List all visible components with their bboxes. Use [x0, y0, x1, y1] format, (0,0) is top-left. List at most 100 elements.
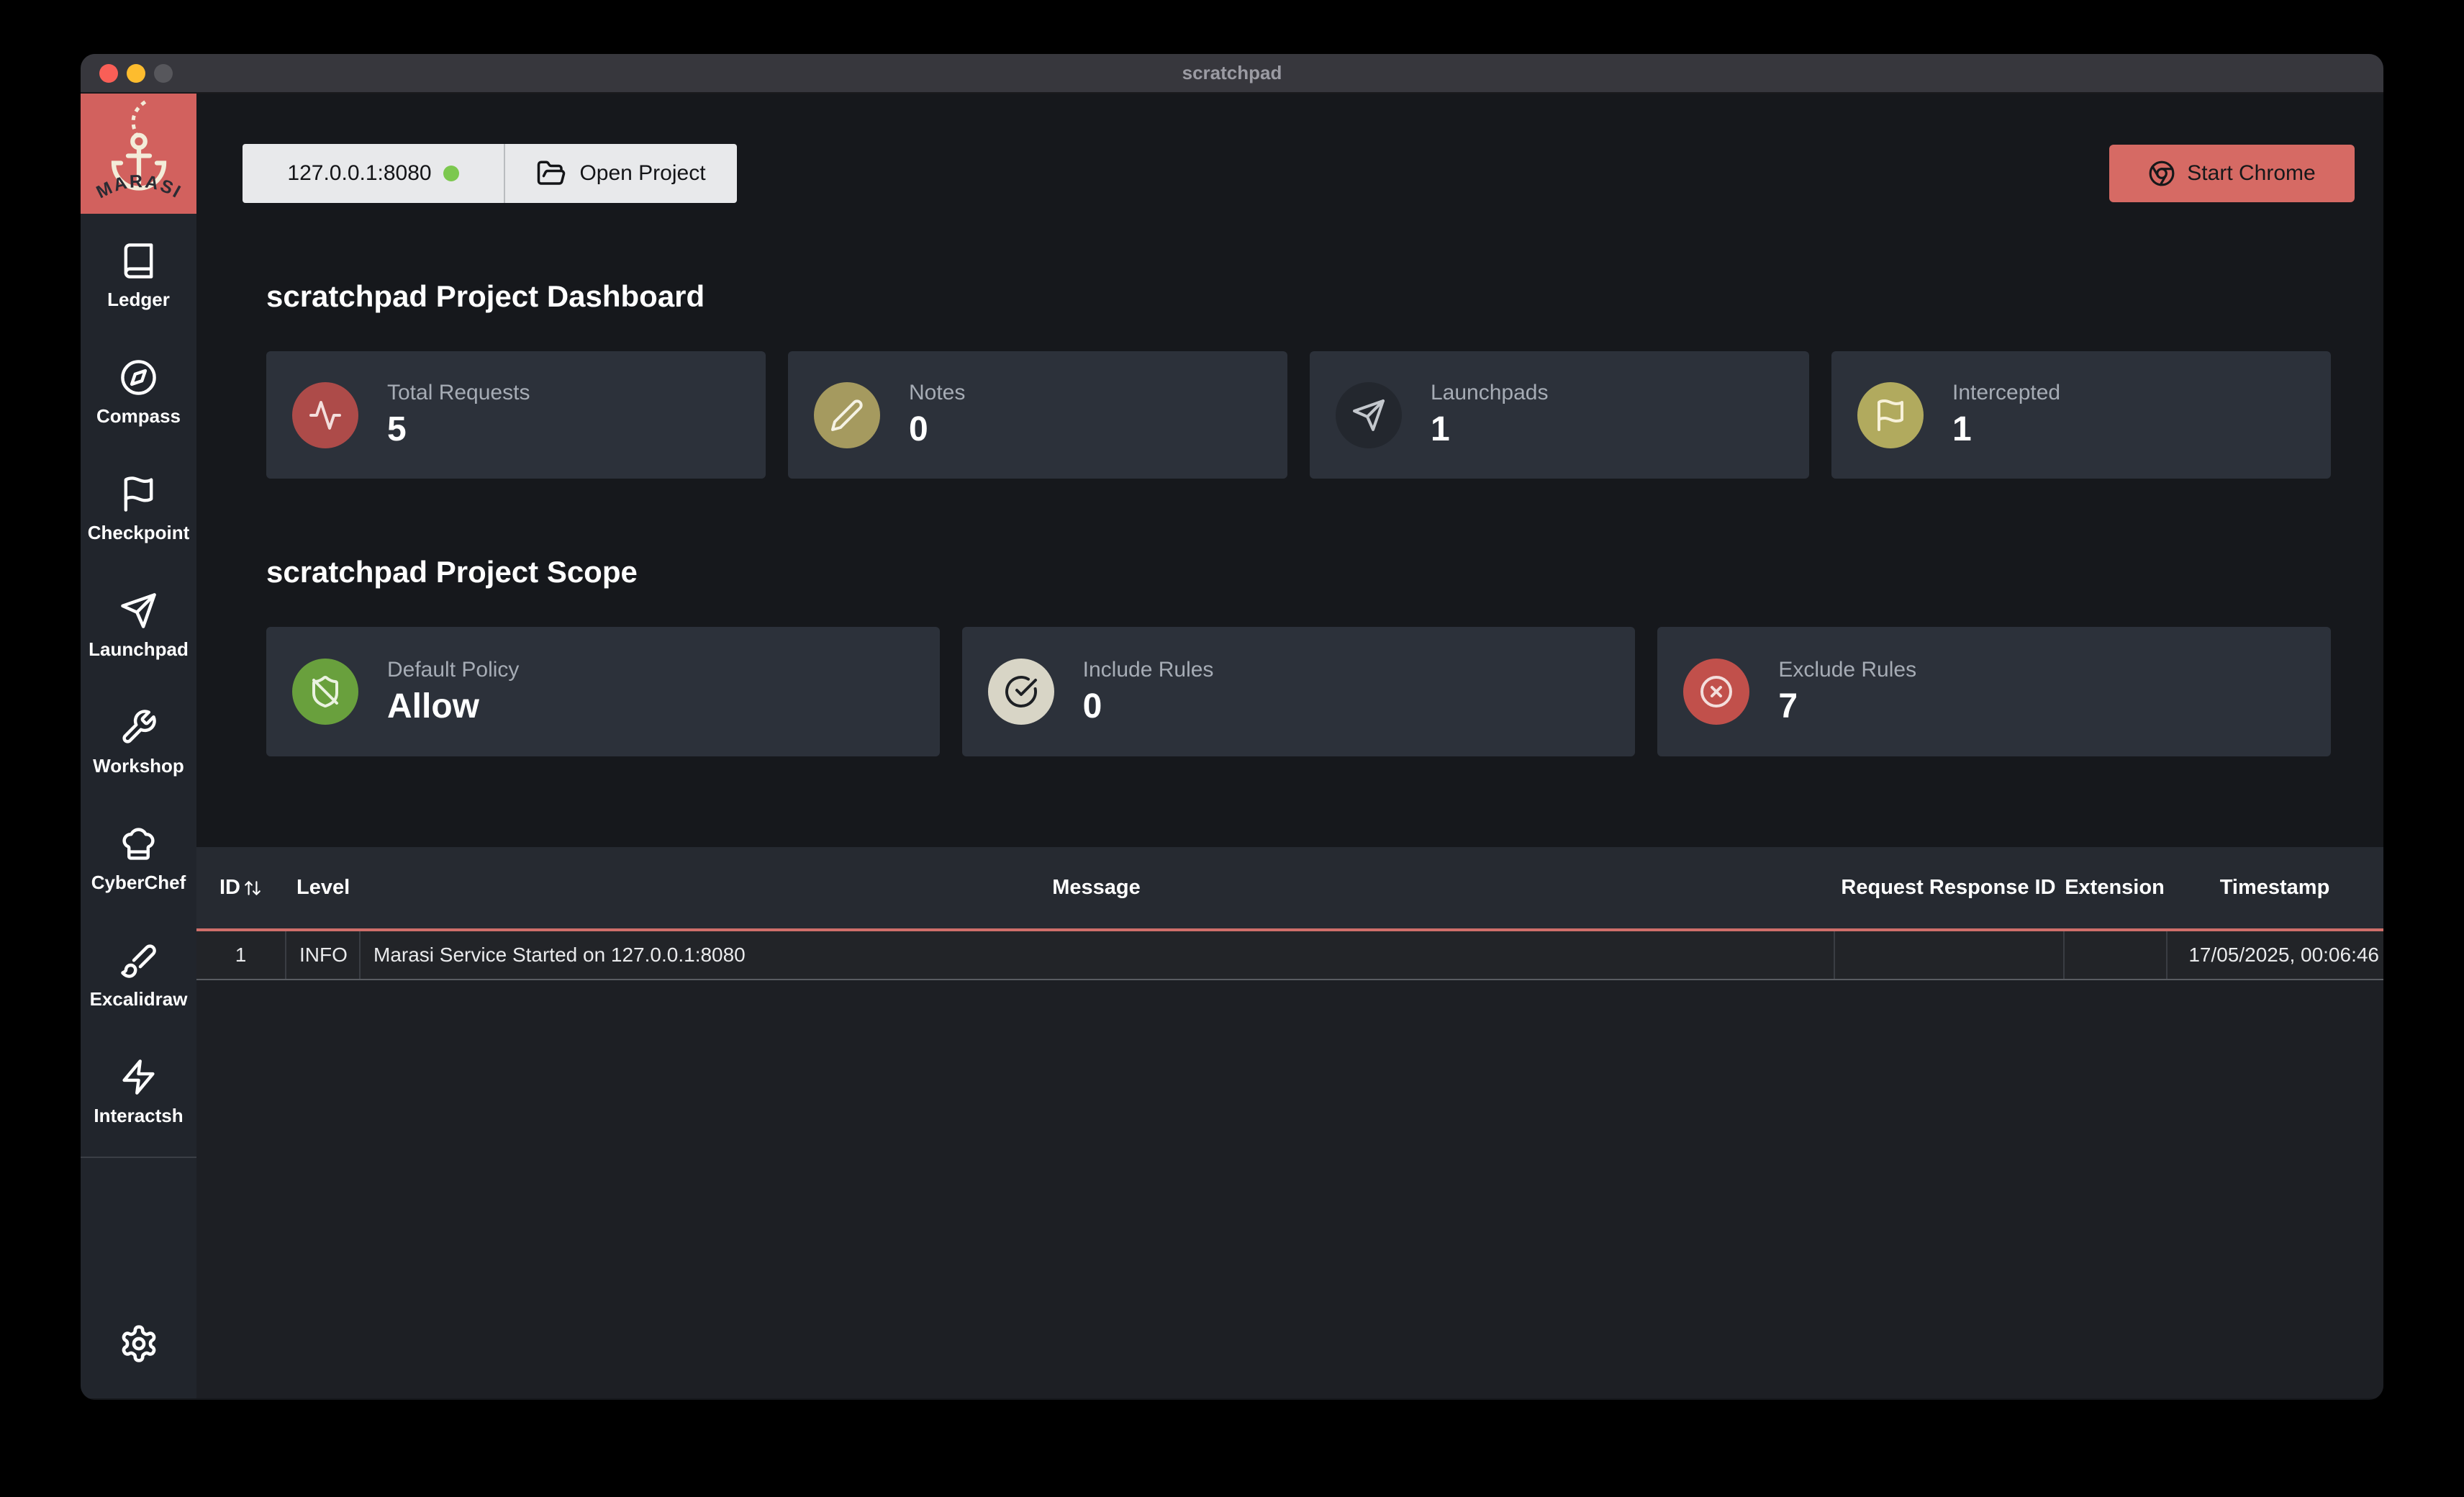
dashboard-cards: Total Requests 5 Notes 0 Launchpads 1 [266, 351, 2331, 479]
flag-icon [1873, 398, 1908, 433]
stat-value: 1 [1952, 410, 2060, 449]
column-header-id[interactable]: ID [196, 876, 285, 900]
stat-icon-circle [814, 382, 880, 448]
scope-icon-circle [292, 659, 358, 725]
log-cell-timestamp: 17/05/2025, 00:06:46 [2166, 931, 2383, 979]
column-header-message: Message [359, 876, 1834, 900]
activity-icon [308, 398, 343, 433]
log-table: ID Level Message Request Response ID Ext… [196, 847, 2383, 1398]
stat-icon-circle [1336, 382, 1402, 448]
start-chrome-label: Start Chrome [2187, 161, 2315, 186]
window-controls [99, 54, 173, 92]
stat-value: 0 [909, 410, 965, 449]
stat-icon-circle [1857, 382, 1924, 448]
scope-card-default-policy: Default PolicyAllow [266, 627, 940, 756]
close-window-button[interactable] [99, 64, 118, 83]
log-row[interactable]: 1 INFO Marasi Service Started on 127.0.0… [196, 931, 2383, 980]
stat-label: Intercepted [1952, 381, 2060, 405]
log-cell-id: 1 [196, 931, 285, 979]
open-project-label: Open Project [579, 161, 705, 186]
sidebar-item-cyberchef[interactable]: CyberChef [81, 801, 196, 918]
sidebar-item-label: Excalidraw [90, 988, 188, 1010]
topbar: 127.0.0.1:8080 Open Project Start Chrome [196, 144, 2383, 203]
proxy-address: 127.0.0.1:8080 [287, 161, 431, 186]
sidebar-item-label: CyberChef [91, 872, 186, 894]
scope-value: 7 [1778, 687, 1916, 726]
sidebar-nav: Ledger Compass Checkpoint Launchpad Work… [81, 214, 196, 1151]
log-cell-request-response-id [1834, 931, 2063, 979]
titlebar: scratchpad [81, 54, 2383, 94]
log-cell-extension [2063, 931, 2166, 979]
scope-card-exclude-rules: Exclude Rules 7 [1657, 627, 2331, 756]
scope-value: 0 [1083, 687, 1214, 726]
proxy-address-button[interactable]: 127.0.0.1:8080 [243, 144, 504, 203]
sidebar-item-label: Compass [96, 405, 181, 428]
column-header-extension: Extension [2063, 876, 2166, 900]
sidebar-divider [81, 1157, 196, 1158]
stat-card-intercepted: Intercepted 1 [1831, 351, 2331, 479]
stat-label: Total Requests [387, 381, 530, 405]
sidebar-item-excalidraw[interactable]: Excalidraw [81, 918, 196, 1034]
stat-icon-circle [292, 382, 358, 448]
folder-open-icon [536, 158, 566, 189]
sidebar-item-label: Workshop [93, 755, 184, 777]
scope-title: scratchpad Project Scope [266, 555, 2331, 589]
dashboard-section: scratchpad Project Dashboard Total Reque… [196, 203, 2383, 756]
brush-icon [119, 941, 158, 980]
sidebar-item-launchpad[interactable]: Launchpad [81, 568, 196, 684]
stat-card-launchpads: Launchpads 1 [1310, 351, 1809, 479]
proxy-status-dot [443, 166, 459, 181]
zap-icon [119, 1058, 158, 1096]
chrome-icon [2148, 160, 2175, 187]
stat-value: 5 [387, 410, 530, 449]
scope-cards: Default PolicyAllow Include Rules 0 Exclu… [266, 627, 2331, 756]
settings-button[interactable] [81, 1324, 196, 1398]
minimize-window-button[interactable] [127, 64, 145, 83]
column-header-request-response-id: Request Response ID [1834, 876, 2063, 900]
sidebar-item-label: Ledger [107, 289, 170, 311]
sidebar-item-label: Launchpad [89, 638, 189, 661]
svg-text:MARASI: MARASI [93, 171, 185, 202]
proxy-control: 127.0.0.1:8080 Open Project [243, 144, 737, 203]
stat-value: 1 [1431, 410, 1548, 449]
pencil-icon [830, 398, 864, 433]
sidebar-item-workshop[interactable]: Workshop [81, 684, 196, 801]
open-project-button[interactable]: Open Project [505, 144, 737, 203]
main-content: 127.0.0.1:8080 Open Project Start Chrome… [196, 94, 2383, 1398]
shield-off-icon [308, 674, 343, 709]
log-cell-message: Marasi Service Started on 127.0.0.1:8080 [359, 931, 1834, 979]
sort-arrows-icon [243, 879, 262, 897]
log-table-header: ID Level Message Request Response ID Ext… [196, 847, 2383, 928]
zoom-window-button[interactable] [154, 64, 173, 83]
start-chrome-button[interactable]: Start Chrome [2109, 145, 2355, 202]
check-circle-icon [1004, 674, 1038, 709]
scope-icon-circle [988, 659, 1054, 725]
anchor-logo-icon: MARASI [89, 100, 189, 208]
app-window: scratchpad MARASI [81, 54, 2383, 1400]
sidebar-item-compass[interactable]: Compass [81, 335, 196, 451]
stat-card-notes: Notes 0 [788, 351, 1287, 479]
column-header-timestamp: Timestamp [2166, 876, 2383, 900]
send-icon [119, 592, 158, 630]
stat-label: Notes [909, 381, 965, 405]
sidebar: MARASI Ledger Compass Checkpoint [81, 94, 196, 1398]
x-circle-icon [1699, 674, 1734, 709]
sidebar-item-label: Interactsh [94, 1105, 183, 1127]
column-header-level: Level [285, 876, 359, 900]
stat-label: Launchpads [1431, 381, 1548, 405]
log-cell-level: INFO [285, 931, 359, 979]
book-icon [119, 242, 158, 280]
window-title: scratchpad [1182, 62, 1282, 84]
send-icon [1351, 398, 1386, 433]
sidebar-item-ledger[interactable]: Ledger [81, 218, 196, 335]
sidebar-item-checkpoint[interactable]: Checkpoint [81, 451, 196, 568]
wrench-icon [119, 708, 158, 746]
scope-label: Exclude Rules [1778, 658, 1916, 682]
scope-label: Include Rules [1083, 658, 1214, 682]
stat-card-total-requests: Total Requests 5 [266, 351, 766, 479]
gear-icon [119, 1324, 159, 1364]
sidebar-item-label: Checkpoint [88, 522, 190, 544]
scope-card-include-rules: Include Rules 0 [962, 627, 1636, 756]
sidebar-item-interactsh[interactable]: Interactsh [81, 1034, 196, 1151]
scope-value: Allow [387, 687, 519, 726]
